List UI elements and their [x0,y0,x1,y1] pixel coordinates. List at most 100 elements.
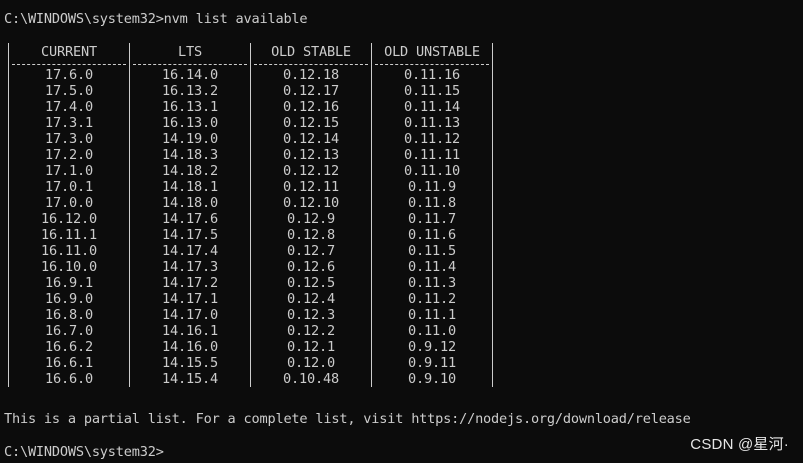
header-old-stable: OLD STABLE [250,43,372,61]
cell-old-unstable: 0.9.12 [371,339,493,355]
header-old-unstable: OLD UNSTABLE [371,43,493,61]
cell-old-unstable: 0.11.11 [371,147,493,163]
cell-current: 16.6.1 [8,355,130,371]
table-row: 16.6.1 14.15.5 0.12.0 0.9.11 [8,355,493,371]
cell-old-stable: 0.12.10 [250,195,372,211]
table-row: 16.11.1 14.17.5 0.12.8 0.11.6 [8,227,493,243]
table-row: 16.7.0 14.16.1 0.12.2 0.11.0 [8,323,493,339]
cell-current: 17.2.0 [8,147,130,163]
cell-old-stable: 0.12.2 [250,323,372,339]
cell-lts: 14.18.0 [129,195,251,211]
cell-lts: 14.18.1 [129,179,251,195]
cell-current: 17.1.0 [8,163,130,179]
cell-old-unstable: 0.11.1 [371,307,493,323]
table-row: 17.1.0 14.18.2 0.12.12 0.11.10 [8,163,493,179]
header-current: CURRENT [8,43,130,61]
cell-lts: 14.15.5 [129,355,251,371]
cell-current: 17.0.1 [8,179,130,195]
cell-current: 16.8.0 [8,307,130,323]
cell-lts: 16.13.0 [129,115,251,131]
cell-lts: 14.17.3 [129,259,251,275]
cell-old-unstable: 0.11.5 [371,243,493,259]
cell-old-stable: 0.12.16 [250,99,372,115]
cell-current: 16.11.1 [8,227,130,243]
cell-old-stable: 0.12.4 [250,291,372,307]
table-row: 16.8.0 14.17.0 0.12.3 0.11.1 [8,307,493,323]
cell-old-unstable: 0.9.11 [371,355,493,371]
cell-current: 16.9.0 [8,291,130,307]
cell-old-unstable: 0.11.14 [371,99,493,115]
cell-old-unstable: 0.11.7 [371,211,493,227]
cell-old-unstable: 0.11.3 [371,275,493,291]
cell-lts: 16.14.0 [129,67,251,83]
table-row: 17.3.0 14.19.0 0.12.14 0.11.12 [8,131,493,147]
header-lts: LTS [129,43,251,61]
cell-old-unstable: 0.11.13 [371,115,493,131]
table-row: 16.10.0 14.17.3 0.12.6 0.11.4 [8,259,493,275]
cell-old-unstable: 0.11.12 [371,131,493,147]
table-row: 17.3.1 16.13.0 0.12.15 0.11.13 [8,115,493,131]
table-row: 16.9.0 14.17.1 0.12.4 0.11.2 [8,291,493,307]
cell-lts: 14.17.5 [129,227,251,243]
cell-lts: 16.13.1 [129,99,251,115]
table-row: 16.12.0 14.17.6 0.12.9 0.11.7 [8,211,493,227]
cell-current: 17.3.1 [8,115,130,131]
cell-old-stable: 0.12.12 [250,163,372,179]
cell-lts: 14.17.6 [129,211,251,227]
cell-old-unstable: 0.9.10 [371,371,493,387]
cell-old-stable: 0.10.48 [250,371,372,387]
cell-old-stable: 0.12.0 [250,355,372,371]
command-prompt-line: C:\WINDOWS\system32>nvm list available [4,11,308,27]
cell-old-stable: 0.12.1 [250,339,372,355]
table-header-row: CURRENT LTS OLD STABLE OLD UNSTABLE [8,43,493,61]
cell-lts: 14.17.0 [129,307,251,323]
version-table: CURRENT LTS OLD STABLE OLD UNSTABLE 17.6… [8,43,493,387]
cell-old-unstable: 0.11.16 [371,67,493,83]
table-row: 16.6.0 14.15.4 0.10.48 0.9.10 [8,371,493,387]
cell-lts: 14.16.0 [129,339,251,355]
cell-current: 16.6.2 [8,339,130,355]
cell-old-stable: 0.12.17 [250,83,372,99]
cell-old-unstable: 0.11.15 [371,83,493,99]
cell-lts: 14.17.1 [129,291,251,307]
terminal-window[interactable]: C:\WINDOWS\system32>nvm list available C… [0,0,803,463]
cell-current: 16.11.0 [8,243,130,259]
watermark: CSDN @星河· [690,436,789,453]
idle-prompt-line[interactable]: C:\WINDOWS\system32> [4,444,164,460]
cell-current: 16.10.0 [8,259,130,275]
separator-dashes [371,61,493,67]
table-body: 17.6.0 16.14.0 0.12.18 0.11.16 17.5.0 16.13.2… [8,67,493,387]
cell-current: 17.4.0 [8,99,130,115]
cell-current: 16.12.0 [8,211,130,227]
table-row: 16.9.1 14.17.2 0.12.5 0.11.3 [8,275,493,291]
cell-lts: 14.15.4 [129,371,251,387]
partial-list-message: This is a partial list. For a complete l… [4,411,691,427]
table-row: 17.0.1 14.18.1 0.12.11 0.11.9 [8,179,493,195]
cell-current: 16.7.0 [8,323,130,339]
cell-old-stable: 0.12.6 [250,259,372,275]
cell-old-unstable: 0.11.9 [371,179,493,195]
cell-old-stable: 0.12.11 [250,179,372,195]
cell-current: 17.5.0 [8,83,130,99]
cell-old-stable: 0.12.13 [250,147,372,163]
cell-current: 16.6.0 [8,371,130,387]
cell-lts: 14.18.3 [129,147,251,163]
cell-lts: 14.17.4 [129,243,251,259]
table-row: 16.6.2 14.16.0 0.12.1 0.9.12 [8,339,493,355]
cell-old-unstable: 0.11.2 [371,291,493,307]
cell-old-unstable: 0.11.8 [371,195,493,211]
cell-current: 16.9.1 [8,275,130,291]
cell-old-stable: 0.12.7 [250,243,372,259]
cell-old-stable: 0.12.8 [250,227,372,243]
cell-old-stable: 0.12.5 [250,275,372,291]
table-row: 17.5.0 16.13.2 0.12.17 0.11.15 [8,83,493,99]
table-row: 17.0.0 14.18.0 0.12.10 0.11.8 [8,195,493,211]
cell-lts: 14.19.0 [129,131,251,147]
separator-dashes [129,61,251,67]
cell-current: 17.0.0 [8,195,130,211]
table-row: 17.6.0 16.14.0 0.12.18 0.11.16 [8,67,493,83]
cell-old-stable: 0.12.9 [250,211,372,227]
cell-old-stable: 0.12.18 [250,67,372,83]
table-row: 17.4.0 16.13.1 0.12.16 0.11.14 [8,99,493,115]
cell-old-stable: 0.12.15 [250,115,372,131]
